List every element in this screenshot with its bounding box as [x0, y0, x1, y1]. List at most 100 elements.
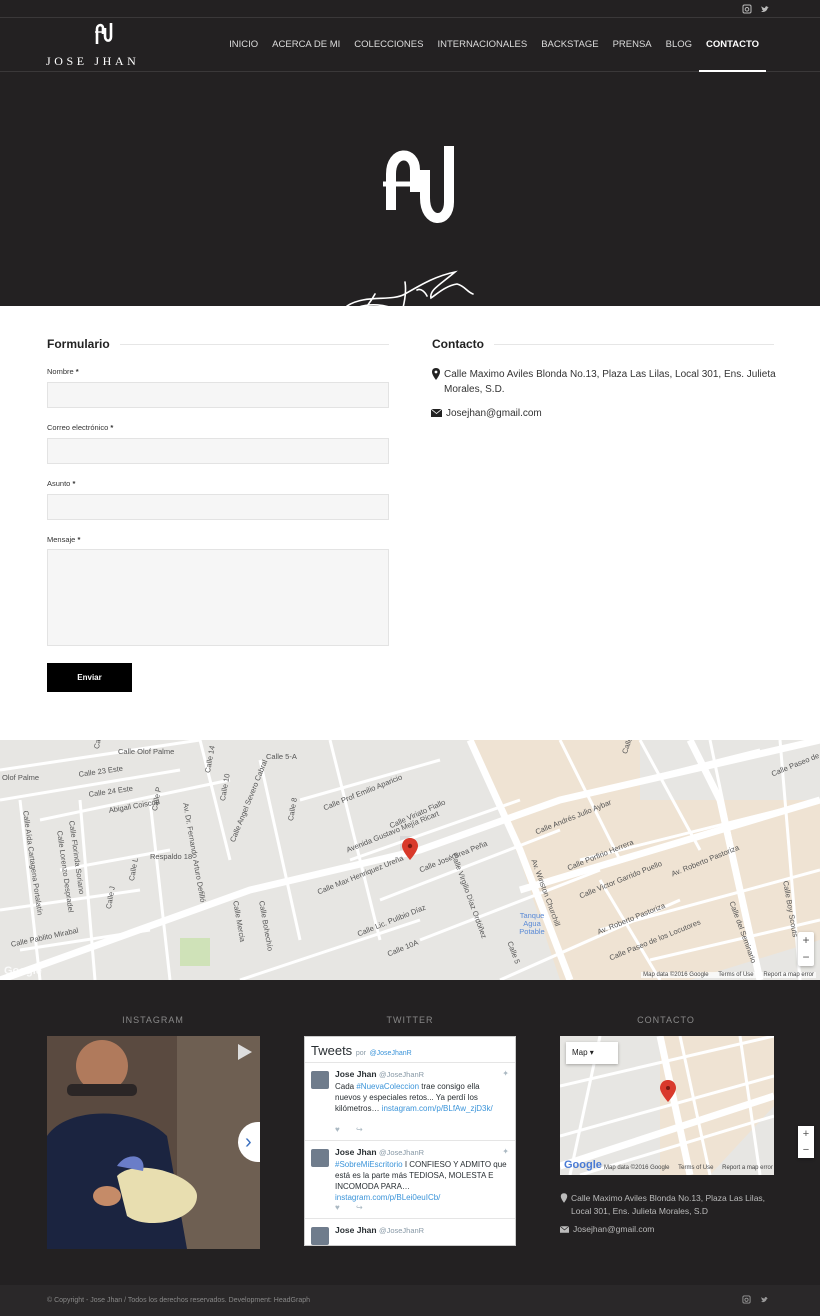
submit-button[interactable]: Enviar [47, 663, 132, 692]
logo-monogram-icon [95, 23, 113, 44]
message-label: Mensaje * [47, 535, 81, 544]
form-title: Formulario [47, 337, 120, 351]
zoom-in-button[interactable]: + [798, 932, 814, 949]
email-field[interactable] [47, 438, 389, 464]
twitter-timeline: Tweets por @JoseJhanR ✦ Jose Jhan @JoseJ… [304, 1036, 516, 1246]
nav-blog[interactable]: BLOG [659, 18, 699, 72]
instagram-photo [47, 1036, 260, 1249]
hero-logo-signature [346, 146, 474, 327]
subject-label: Asunto * [47, 479, 76, 488]
footer-email: Josejhan@gmail.com [560, 1223, 776, 1236]
contact-title: Contacto [432, 337, 494, 351]
footer-address: Calle Maximo Aviles Blonda No.13, Plaza … [560, 1192, 776, 1218]
tweet[interactable]: ✦ Jose Jhan @JoseJhanR #SobreMiEscritori… [305, 1141, 515, 1219]
footer-zoom-in-button[interactable]: + [798, 1126, 814, 1142]
video-play-icon[interactable] [238, 1044, 252, 1060]
name-field[interactable] [47, 382, 389, 408]
location-map[interactable]: Calle Olof Palme Olof Palme Calle 23 Est… [0, 740, 820, 980]
email-label: Correo electrónico * [47, 423, 114, 432]
like-icon[interactable]: ♥ [335, 1203, 340, 1212]
tweet[interactable]: ✦ Jose Jhan @JoseJhanR Cada #NuevaColecc… [305, 1063, 515, 1141]
twitter-header-por: por [355, 1050, 366, 1057]
footer-map-zoom-control: + − [798, 1126, 814, 1158]
tweet-text: Cada #NuevaColeccion trae consigo ella n… [335, 1082, 493, 1113]
map-pin-icon [560, 1193, 568, 1203]
nav-internacionales[interactable]: INTERNACIONALES [430, 18, 534, 72]
subject-field[interactable] [47, 494, 389, 520]
nav-contacto[interactable]: CONTACTO [699, 18, 766, 72]
tweet-actions: ♥ ↪ [335, 1203, 377, 1212]
contact-widget-title: CONTACTO [637, 1015, 695, 1025]
footer-address-text: Calle Maximo Aviles Blonda No.13, Plaza … [571, 1193, 766, 1216]
map-pin-icon [432, 368, 440, 380]
twitter-bird-icon[interactable]: ✦ [502, 1147, 509, 1156]
twitter-header-title: Tweets [311, 1043, 353, 1058]
avatar[interactable] [311, 1071, 329, 1089]
tweet-author[interactable]: Jose Jhan @JoseJhanR [335, 1147, 507, 1157]
map-report-link[interactable]: Report a map error [763, 972, 814, 978]
map-label: Respaldo 18 [150, 852, 193, 861]
nav-inicio[interactable]: INICIO [222, 18, 265, 72]
copyright-text: © Copyright - Jose Jhan / Todos los dere… [47, 1297, 310, 1304]
zoom-out-button[interactable]: − [798, 949, 814, 966]
tweet-author[interactable]: Jose Jhan @JoseJhanR [335, 1225, 507, 1235]
footer-map-report-link[interactable]: Report a map error [722, 1165, 773, 1171]
instagram-icon[interactable] [742, 1295, 751, 1304]
tweet-link[interactable]: instagram.com/p/BLfAw_zjD3k/ [382, 1104, 493, 1113]
twitter-icon[interactable] [760, 4, 770, 14]
nav-colecciones[interactable]: COLECCIONES [347, 18, 430, 72]
tweet-text: #SobreMiEscritorio I CONFIESO Y ADMITO q… [335, 1160, 507, 1202]
contact-address-text: Calle Maximo Aviles Blonda No.13, Plaza … [444, 369, 776, 395]
tweet-actions: ♥ ↪ [335, 1125, 377, 1134]
tweet-hashtag[interactable]: #SobreMiEscritorio [335, 1160, 403, 1169]
message-field[interactable] [47, 549, 389, 646]
envelope-icon [431, 409, 442, 417]
twitter-icon[interactable] [760, 1295, 769, 1304]
share-icon[interactable]: ↪ [356, 1203, 363, 1212]
footer-google-logo: Google [564, 1159, 602, 1171]
like-icon[interactable]: ♥ [335, 1125, 340, 1134]
map-credit: Map data ©2016 Google Terms of Use Repor… [641, 972, 816, 978]
map-label: Calle 5-A [266, 752, 297, 761]
logo-wordmark: JOSE JHAN [46, 54, 140, 68]
twitter-header: Tweets por @JoseJhanR [305, 1037, 515, 1063]
instagram-icon[interactable] [742, 4, 752, 14]
twitter-bird-icon[interactable]: ✦ [502, 1069, 509, 1078]
tweet[interactable]: Jose Jhan @JoseJhanR [305, 1219, 515, 1245]
name-label: Nombre * [47, 367, 79, 376]
top-bar [0, 0, 820, 18]
tweet-link[interactable]: instagram.com/p/BLei0euICb/ [335, 1193, 440, 1202]
footer-zoom-out-button[interactable]: − [798, 1142, 814, 1158]
map-label: Calle Olof Palme [118, 747, 175, 756]
main-nav: INICIO ACERCA DE MI COLECCIONES INTERNAC… [222, 18, 766, 72]
map-type-select[interactable]: Map ▾ [566, 1042, 618, 1064]
map-zoom-control: + − [798, 932, 814, 966]
footer-map-credit: Map data ©2016 Google Terms of Use Repor… [604, 1165, 773, 1171]
nav-prensa[interactable]: PRENSA [606, 18, 659, 72]
footer-map-terms-link[interactable]: Terms of Use [678, 1165, 713, 1171]
hero-banner [0, 72, 820, 327]
instagram-feed[interactable]: › [47, 1036, 260, 1249]
tweet-author[interactable]: Jose Jhan @JoseJhanR [335, 1069, 507, 1079]
map-data-credit: Map data ©2016 Google [643, 972, 709, 978]
contact-email-text[interactable]: Josejhan@gmail.com [431, 406, 776, 421]
contact-address: Calle Maximo Aviles Blonda No.13, Plaza … [431, 367, 776, 397]
nav-acerca-de-mi[interactable]: ACERCA DE MI [265, 18, 347, 72]
footer-map[interactable]: Map ▾ [560, 1036, 774, 1175]
map-label: Olof Palme [2, 773, 40, 782]
google-logo: Google [4, 965, 42, 977]
twitter-header-handle[interactable]: @JoseJhanR [370, 1050, 412, 1057]
instagram-widget-title: INSTAGRAM [122, 1015, 184, 1025]
share-icon[interactable]: ↪ [356, 1125, 363, 1134]
tweet-hashtag[interactable]: #NuevaColeccion [356, 1082, 419, 1091]
avatar[interactable] [311, 1227, 329, 1245]
avatar[interactable] [311, 1149, 329, 1167]
nav-backstage[interactable]: BACKSTAGE [534, 18, 605, 72]
contact-email: Josejhan@gmail.com [431, 406, 776, 421]
footer-email-text[interactable]: Josejhan@gmail.com [560, 1223, 776, 1236]
map-terms-link[interactable]: Terms of Use [718, 972, 753, 978]
site-header: JOSE JHAN INICIO ACERCA DE MI COLECCIONE… [0, 18, 820, 72]
site-logo[interactable]: JOSE JHAN [46, 22, 166, 68]
map-label: Tanque Agua Potable [519, 911, 545, 936]
twitter-widget-title: TWITTER [386, 1015, 434, 1025]
